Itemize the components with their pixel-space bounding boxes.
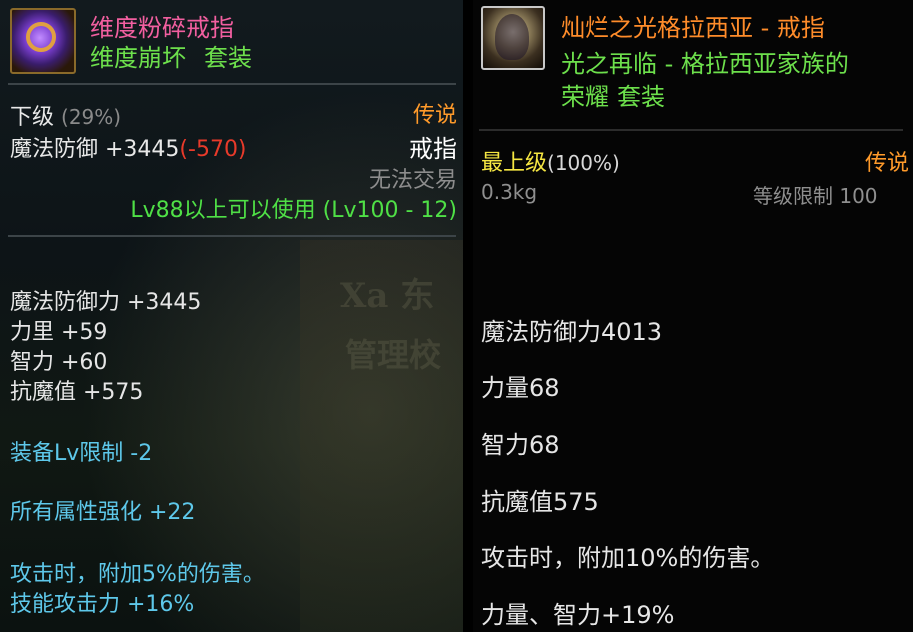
set-name-text: 维度崩坏 (90, 44, 186, 72)
divider-line (8, 83, 456, 85)
stat-magic-resist: 抗魔值575 (481, 488, 599, 516)
stat-strength: 力里 +59 (10, 320, 108, 345)
panel-divider (463, 0, 473, 632)
background-watermark: Xa 东 (340, 276, 435, 316)
set-label: 套装 (204, 44, 252, 72)
stat-equip-level: 装备Lv限制 -2 (10, 441, 153, 466)
stat-intelligence: 智力 +60 (10, 350, 108, 375)
item-weight: 0.3kg (481, 180, 538, 204)
ring-item-icon[interactable] (10, 8, 76, 74)
item-title: 灿烂之光格拉西亚 - 戒指 (561, 14, 825, 42)
magic-defense-value: 魔法防御 +3445 (10, 137, 180, 162)
magic-defense-summary: 魔法防御 +3445(-570) (10, 131, 247, 163)
stat-magic-resist: 抗魔值 +575 (10, 380, 144, 405)
stat-intelligence: 智力68 (481, 431, 560, 459)
stat-magic-defense: 魔法防御力4013 (481, 318, 663, 346)
stat-attack-bonus: 攻击时，附加5%的伤害。 (10, 562, 265, 587)
rarity-label: 传说 (412, 103, 457, 128)
stat-all-attributes: 所有属性强化 +22 (10, 500, 196, 525)
set-name-line2: 荣耀 套装 (561, 77, 665, 112)
stat-skill-attack: 技能攻击力 +16% (10, 592, 195, 617)
left-item-tooltip: Xa 东 管理校 维度粉碎戒指 维度崩坏 套装 下级 (29%) 传说 魔法防御 … (0, 0, 463, 632)
grade-label: 最上级 (481, 151, 548, 176)
stat-magic-defense: 魔法防御力 +3445 (10, 290, 202, 315)
grade-percent: (100%) (547, 151, 620, 175)
rarity-label: 传说 (864, 151, 909, 176)
set-name: 维度崩坏 套装 (90, 38, 252, 73)
item-grade: 最上级(100%) (481, 145, 620, 177)
trade-status: 无法交易 (368, 168, 457, 193)
stat-attack-bonus: 攻击时，附加10%的伤害。 (481, 544, 775, 572)
grade-label: 下级 (10, 105, 55, 130)
magic-defense-diff: (-570) (179, 137, 247, 162)
set-label: 套装 (617, 83, 665, 111)
level-requirement: Lv88以上可以使用 (Lv100 - 12) (130, 198, 457, 223)
level-limit: 等级限制 100 (753, 184, 878, 208)
ring-item-icon[interactable] (481, 6, 545, 70)
set-name-text: 荣耀 (561, 83, 609, 111)
set-name-line1: 光之再临 - 格拉西亚家族的 (561, 50, 849, 78)
right-item-tooltip: 灿烂之光格拉西亚 - 戒指 光之再临 - 格拉西亚家族的 荣耀 套装 最上级(10… (473, 0, 913, 632)
background-watermark: 管理校 (345, 336, 442, 374)
stat-str-int-bonus: 力量、智力+19% (481, 601, 675, 629)
grade-percent: (29%) (61, 105, 122, 129)
item-type: 戒指 (409, 135, 457, 163)
item-grade: 下级 (29%) (10, 99, 121, 131)
divider-line (8, 235, 456, 237)
stat-strength: 力量68 (481, 374, 560, 402)
divider-line (479, 129, 903, 131)
